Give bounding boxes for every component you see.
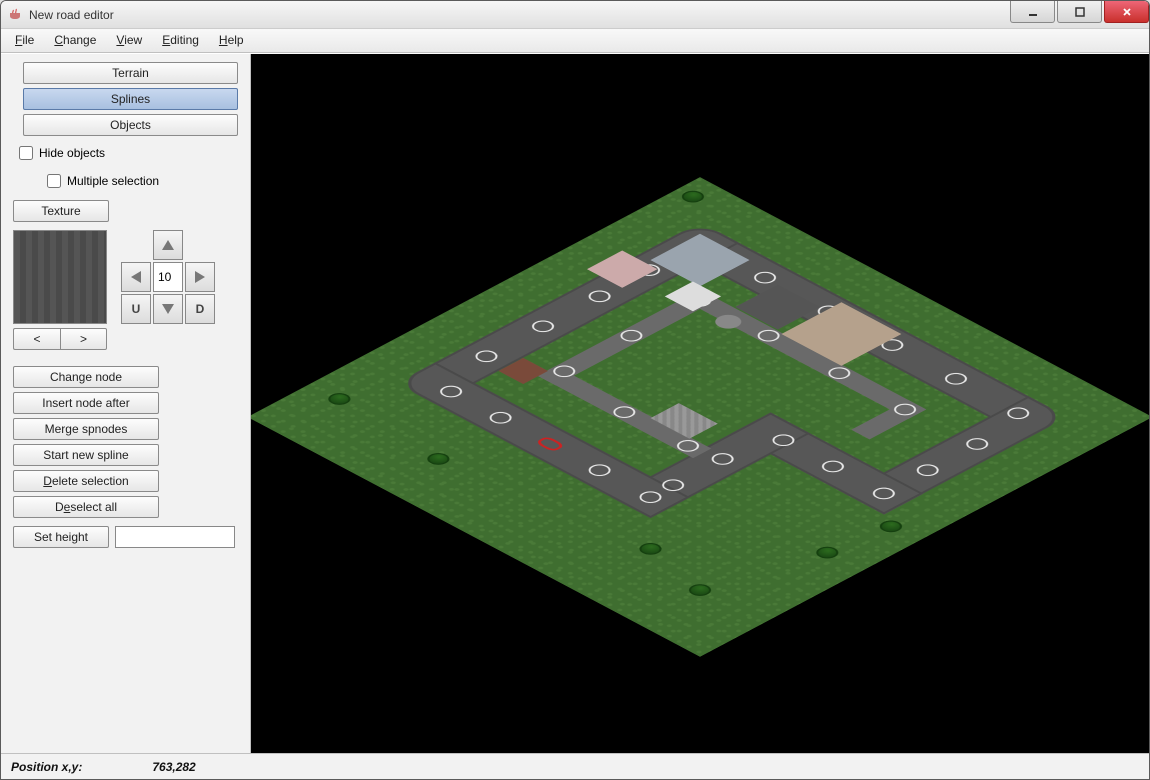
arrow-up-icon [162, 240, 174, 250]
menu-file[interactable]: File [5, 29, 44, 52]
arrow-down-icon [162, 304, 174, 314]
window-buttons [1008, 1, 1149, 28]
java-cup-icon [7, 7, 23, 23]
menu-change[interactable]: Change [44, 29, 106, 52]
terrain-button[interactable]: Terrain [23, 62, 238, 84]
objects-button[interactable]: Objects [23, 114, 238, 136]
dpad-right-button[interactable] [185, 262, 215, 292]
multiple-selection-checkbox[interactable]: Multiple selection [47, 174, 238, 188]
statusbar: Position x,y: 763,282 [1, 753, 1149, 779]
dpad: U D [121, 230, 221, 354]
texture-preview [13, 230, 107, 324]
dpad-left-button[interactable] [121, 262, 151, 292]
app-window: New road editor File Change View Editing… [0, 0, 1150, 780]
menubar: File Change View Editing Help [1, 29, 1149, 53]
menu-view[interactable]: View [106, 29, 152, 52]
dpad-up-button[interactable] [153, 230, 183, 260]
status-position-label: Position x,y: [11, 760, 82, 774]
dpad-value-input[interactable] [153, 262, 183, 292]
multiple-selection-input[interactable] [47, 174, 61, 188]
dpad-down-button[interactable] [153, 294, 183, 324]
window-title: New road editor [29, 8, 1008, 22]
minimize-button[interactable] [1010, 1, 1055, 23]
change-node-button[interactable]: Change node [13, 366, 159, 388]
sidebar: Terrain Splines Objects Hide objects Mul… [1, 54, 251, 753]
set-height-input[interactable] [115, 526, 235, 548]
main-area: Terrain Splines Objects Hide objects Mul… [1, 53, 1149, 753]
menu-help[interactable]: Help [209, 29, 254, 52]
arrow-right-icon [195, 271, 205, 283]
hide-objects-input[interactable] [19, 146, 33, 160]
start-new-spline-button[interactable]: Start new spline [13, 444, 159, 466]
multiple-selection-label: Multiple selection [67, 174, 159, 188]
texture-prev-button[interactable]: < [13, 328, 60, 350]
close-button[interactable] [1104, 1, 1149, 23]
delete-selection-button[interactable]: Delete selection [13, 470, 159, 492]
dpad-d-button[interactable]: D [185, 294, 215, 324]
merge-spnodes-button[interactable]: Merge spnodes [13, 418, 159, 440]
set-height-row: Set height [13, 526, 238, 548]
insert-node-after-button[interactable]: Insert node after [13, 392, 159, 414]
terrain-ground [251, 178, 1149, 658]
texture-button[interactable]: Texture [13, 200, 109, 222]
status-position-value: 763,282 [152, 760, 195, 774]
spline-actions: Change node Insert node after Merge spno… [13, 366, 238, 522]
splines-button[interactable]: Splines [23, 88, 238, 110]
titlebar: New road editor [1, 1, 1149, 29]
hide-objects-checkbox[interactable]: Hide objects [19, 146, 238, 160]
hide-objects-label: Hide objects [39, 146, 105, 160]
set-height-button[interactable]: Set height [13, 526, 109, 548]
maximize-button[interactable] [1057, 1, 1102, 23]
texture-block: < > U D [13, 230, 238, 354]
deselect-all-button[interactable]: Deselect all [13, 496, 159, 518]
arrow-left-icon [131, 271, 141, 283]
dpad-u-button[interactable]: U [121, 294, 151, 324]
texture-next-button[interactable]: > [60, 328, 107, 350]
menu-editing[interactable]: Editing [152, 29, 209, 52]
viewport-3d[interactable] [251, 54, 1149, 753]
